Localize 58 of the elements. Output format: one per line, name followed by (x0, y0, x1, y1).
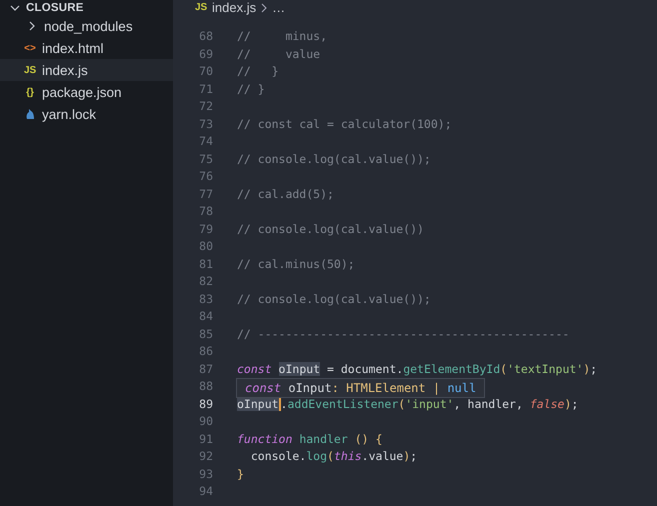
line-number: 87 (198, 360, 213, 378)
line-number: 75 (198, 150, 213, 168)
code-line: // console.log(cal.value()); (237, 290, 431, 308)
line-number: 74 (198, 133, 213, 150)
line-number: 90 (198, 413, 213, 430)
file-item[interactable]: {} package.json (0, 81, 173, 103)
file-type-icon: {} (24, 86, 36, 98)
file-item[interactable]: yarn.lock (0, 103, 173, 125)
code-line: const oInput = document.getElementById('textInput'); (237, 360, 598, 378)
code-line: } (237, 466, 244, 482)
code-line: // minus, (237, 28, 328, 45)
code-line: oInput .addEventListener('input', handler, false); (237, 396, 578, 412)
line-number: 83 (198, 290, 213, 308)
line-number: 85 (198, 326, 213, 342)
code-line: // console.log(cal.value()); (237, 150, 431, 168)
code-line: // cal.add(5); (237, 186, 334, 202)
code-line: // cal.minus(50); (237, 256, 355, 272)
breadcrumb-item[interactable]: index.js (212, 0, 256, 15)
line-number: 92 (198, 448, 213, 465)
file-item[interactable]: JS index.js (0, 59, 173, 81)
file-item[interactable]: node_modules (0, 15, 173, 37)
chevron-icon[interactable] (10, 2, 20, 12)
line-number: 70 (198, 63, 213, 80)
line-number: 93 (198, 466, 213, 482)
line-number: 72 (198, 98, 213, 115)
line-number: 71 (198, 80, 213, 98)
line-number: 82 (198, 273, 213, 290)
code-line: // const cal = calculator(100); (237, 116, 452, 132)
line-number: 89 (198, 396, 213, 412)
line-number: 77 (198, 186, 213, 202)
code-line: console.log(this.value); (250, 448, 418, 465)
file-type-icon: JS (195, 2, 207, 13)
code-line: // value (237, 46, 320, 62)
line-number: 86 (198, 343, 213, 360)
line-number: 68 (198, 28, 213, 45)
line-number: 81 (198, 256, 213, 272)
line-number: 78 (198, 203, 213, 220)
code-line: // console.log(cal.value()) (237, 220, 424, 238)
code-line: // --------------------------------------------- (237, 326, 570, 342)
line-number: 88 (198, 378, 213, 395)
code-line: // } (237, 63, 279, 80)
line-number: 94 (198, 483, 213, 500)
breadcrumb-item[interactable]: … (272, 0, 286, 15)
code-line: function handler () { (237, 430, 382, 448)
file-type-icon: <> (24, 42, 36, 54)
line-number: 73 (198, 116, 213, 132)
line-number: 84 (198, 308, 213, 325)
line-number: 76 (198, 168, 213, 185)
hover-tooltip: const oInput: HTMLElement | null (236, 378, 486, 398)
file-item[interactable]: <> index.html (0, 37, 173, 59)
file-type-icon: JS (24, 64, 36, 76)
line-number: 91 (198, 430, 213, 448)
line-number: 69 (198, 46, 213, 62)
chevron-icon (261, 2, 268, 12)
code-line: // } (237, 80, 265, 98)
line-number: 79 (198, 220, 213, 238)
line-number: 80 (198, 238, 213, 255)
explorer-title: CLOSURE (26, 2, 84, 14)
